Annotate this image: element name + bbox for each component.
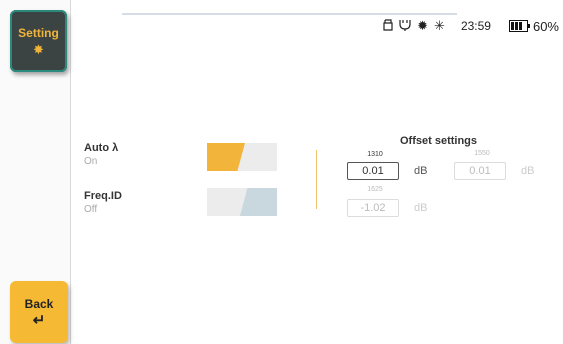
clock-time: 23:59	[460, 19, 491, 33]
setting-label: Setting	[18, 26, 59, 40]
auto-lambda-title: Auto λ	[84, 142, 119, 154]
back-label: Back	[24, 296, 54, 311]
offset-settings-title: Offset settings	[400, 135, 478, 147]
status-bar: ✹ ✳ 23:59 60%	[383, 17, 559, 35]
section-divider	[316, 150, 317, 209]
gear-icon: ✸	[33, 42, 44, 57]
gear-status-icon: ✹	[417, 18, 429, 33]
freq-id-toggle[interactable]	[207, 188, 277, 216]
return-arrow-icon: ↵	[32, 311, 46, 329]
offset-field-1625[interactable]: -1.02	[347, 199, 399, 217]
unit-label: dB	[414, 202, 428, 214]
wavelength-label-1625: 1625	[367, 186, 383, 193]
top-divider	[122, 13, 457, 15]
battery-indicator: 60%	[508, 18, 559, 34]
wavelength-label-1550: 1550	[474, 150, 490, 157]
freq-id-state: Off	[84, 204, 98, 215]
auto-lambda-toggle[interactable]	[207, 143, 277, 171]
offset-field-1310[interactable]: 0.01	[347, 162, 399, 180]
wavelength-label-1310: 1310	[367, 151, 383, 158]
auto-lambda-state: On	[84, 156, 98, 167]
plug-icon	[399, 19, 411, 34]
unit-label: dB	[414, 165, 428, 177]
sidebar: Setting ✸ Back ↵	[0, 0, 71, 344]
usb-icon	[383, 18, 393, 34]
battery-icon	[508, 20, 530, 32]
freq-id-title: Freq.ID	[84, 190, 122, 202]
offset-field-1550[interactable]: 0.01	[454, 162, 506, 180]
unit-label: dB	[521, 165, 535, 177]
laser-icon: ✳	[434, 18, 445, 33]
back-button[interactable]: Back ↵	[10, 281, 68, 343]
setting-button[interactable]: Setting ✸	[10, 10, 67, 72]
battery-percent: 60%	[532, 18, 559, 34]
